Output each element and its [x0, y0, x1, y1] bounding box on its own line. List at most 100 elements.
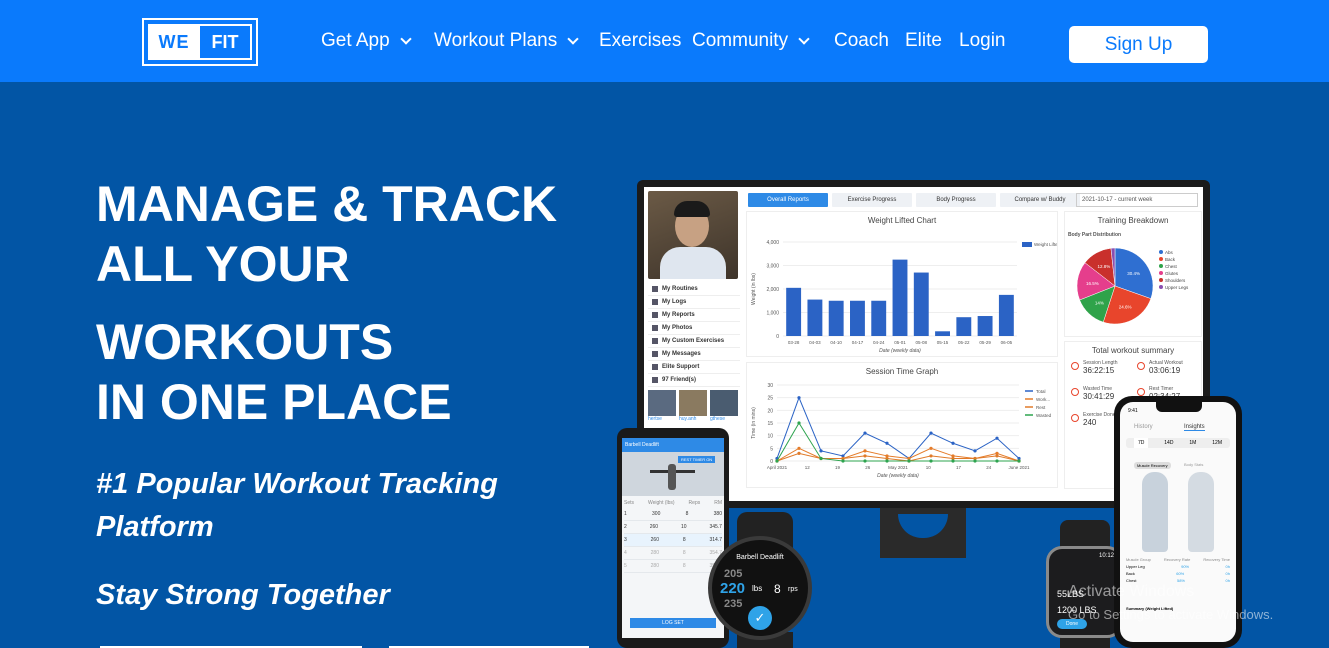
toggle-body-stats[interactable]: Body Stats — [1184, 462, 1203, 467]
x-tick-label: 04-24 — [873, 340, 885, 345]
segment-12m[interactable]: 12M — [1212, 438, 1222, 448]
x-tick-label: 05-29 — [979, 340, 991, 345]
data-point — [819, 456, 823, 461]
bar — [786, 287, 802, 336]
menu-item[interactable]: 97 Friend(s) — [648, 374, 740, 387]
y-tick-label: 15 — [767, 421, 773, 427]
tab-exercise-progress[interactable]: Exercise Progress — [832, 193, 912, 207]
chevron-down-icon — [798, 33, 810, 45]
table-cell: 345.7 — [709, 524, 722, 530]
exercise-video[interactable]: REST TIMER ON — [622, 452, 724, 496]
training-breakdown-panel: Training Breakdown Body Part Distributio… — [1064, 211, 1202, 337]
toggle-muscle-recovery[interactable]: Muscle Recovery — [1134, 462, 1171, 469]
date-range-select[interactable]: 2021-10-17 - current week — [1076, 193, 1198, 207]
friend-avatar[interactable]: hertse — [648, 390, 676, 422]
iphone-screen: 9:41 History Insights 7D 14D 1M 12M Musc… — [1120, 402, 1236, 642]
series-line — [776, 396, 1020, 460]
y-tick-label: 30 — [767, 383, 773, 389]
data-point — [907, 459, 911, 463]
legend-label: Chest — [1165, 264, 1178, 269]
menu-item[interactable]: My Custom Exercises — [648, 335, 740, 348]
training-title: Training Breakdown — [1097, 216, 1169, 225]
bar — [998, 294, 1014, 336]
logo-fit-text: FIT — [200, 24, 252, 60]
legend-label: Glutes — [1165, 271, 1179, 276]
check-icon[interactable]: ✓ — [748, 606, 772, 630]
tab-compare-buddy[interactable]: Compare w/ Buddy — [1000, 193, 1080, 207]
column-header: Reps — [688, 500, 701, 506]
menu-item[interactable]: Elite Support — [648, 361, 740, 374]
x-tick-label: April 2021 — [767, 465, 788, 470]
windows-watermark-sub: Go to Settings to activate Windows. — [1068, 607, 1274, 622]
iphone-notch — [1156, 402, 1202, 412]
wefit-logo[interactable]: WE FIT — [142, 18, 258, 66]
watch-reps-unit: rps — [788, 586, 798, 593]
nav-workout-plans[interactable]: Workout Plans — [434, 30, 579, 52]
menu-item[interactable]: My Photos — [648, 322, 740, 335]
data-point — [819, 449, 823, 453]
segment-1m[interactable]: 1M — [1189, 438, 1196, 448]
segment-7d[interactable]: 7D — [1133, 438, 1149, 448]
x-tick-label: 04-17 — [852, 340, 864, 345]
table-row[interactable]: 1 300 8 380 — [624, 508, 722, 521]
table-cell: 2 — [624, 524, 627, 530]
table-cell: Recovery Rate — [1163, 557, 1191, 562]
table-cell: 280 — [650, 550, 659, 556]
nav-coach[interactable]: Coach — [834, 30, 889, 52]
menu-item[interactable]: My Logs — [648, 296, 740, 309]
column-header: Sets — [624, 500, 635, 506]
training-pie-chart: 30.4% 24.6% 14% 16.5% 12.8% Abs Back Chest Glute… — [1076, 247, 1189, 325]
nav-community[interactable]: Community — [692, 30, 810, 52]
hero-tagline: Stay Strong Together — [96, 579, 390, 611]
tab-insights[interactable]: Insights — [1184, 424, 1205, 431]
table-cell: 0h — [1225, 578, 1230, 583]
menu-item[interactable]: My Reports — [648, 309, 740, 322]
stat-icon — [1071, 414, 1079, 422]
nav-get-app[interactable]: Get App — [321, 30, 412, 52]
log-set-button[interactable]: LOG SET — [630, 618, 716, 628]
segment-14d[interactable]: 14D — [1164, 438, 1173, 448]
nav-login[interactable]: Login — [959, 30, 1006, 52]
menu-item[interactable]: My Routines — [648, 283, 740, 296]
tab-body-progress[interactable]: Body Progress — [916, 193, 996, 207]
session-chart-panel: Session Time Graph 30 25 20 15 10 5 0 April 202… — [746, 362, 1058, 488]
session-line-chart: 302520151050April 2021 12 19 26 May 2021 10 17… — [751, 383, 1052, 479]
data-point — [929, 431, 933, 435]
sidebar-menu: My Routines My Logs My Reports My Photos… — [648, 283, 740, 387]
tab-history[interactable]: History — [1134, 424, 1153, 430]
table-row[interactable]: 52808354.7 — [624, 560, 722, 573]
bar — [807, 299, 823, 336]
nav-exercises-label: Exercises — [599, 30, 682, 51]
nav-elite-label: Elite — [905, 30, 942, 51]
table-cell: 260 — [650, 537, 659, 543]
y-tick-label: 10 — [767, 434, 773, 440]
menu-item[interactable]: My Messages — [648, 348, 740, 361]
watch-weight-current: 220 — [720, 580, 746, 597]
legend-label: Upper Legs — [1165, 285, 1189, 290]
nav-elite[interactable]: Elite — [905, 30, 942, 52]
summary-stat: Session Length 36:22:15 — [1069, 360, 1133, 375]
friend-avatar[interactable]: huy.anh — [679, 390, 707, 422]
y-axis-label: Weight (in lbs) — [751, 273, 757, 305]
watch-exercise: Barbell Deadlift — [736, 554, 784, 561]
table-row[interactable]: 4 280 8 354.7 — [624, 547, 722, 560]
x-tick-label: 05-22 — [958, 340, 970, 345]
x-tick-label: 12 — [805, 465, 811, 470]
pie-label: 30.4% — [1127, 271, 1140, 276]
pie-label: 14% — [1095, 301, 1104, 306]
stat-icon — [1071, 388, 1079, 396]
nav-exercises[interactable]: Exercises — [599, 30, 681, 52]
legend-swatch — [1159, 250, 1163, 254]
table-row[interactable]: 2 260 10 345.7 — [624, 521, 722, 534]
tab-overall-reports[interactable]: Overall Reports — [748, 193, 828, 207]
table-row[interactable]: 3 260 8 314.7 — [624, 534, 722, 547]
series-line — [776, 447, 1020, 462]
weight-chart-panel: Weight Lifted Chart 4,000 3,000 2,000 1,000… — [746, 211, 1058, 357]
legend-swatch — [1159, 264, 1163, 268]
hero-subtitle-line1: #1 Popular Workout Tracking — [96, 468, 498, 500]
sign-up-button[interactable]: Sign Up — [1069, 26, 1208, 63]
x-tick-label: May 2021 — [888, 465, 908, 470]
table-cell: 90% — [1181, 564, 1190, 569]
friend-avatar[interactable]: gthese — [710, 390, 738, 422]
bar — [956, 317, 972, 336]
